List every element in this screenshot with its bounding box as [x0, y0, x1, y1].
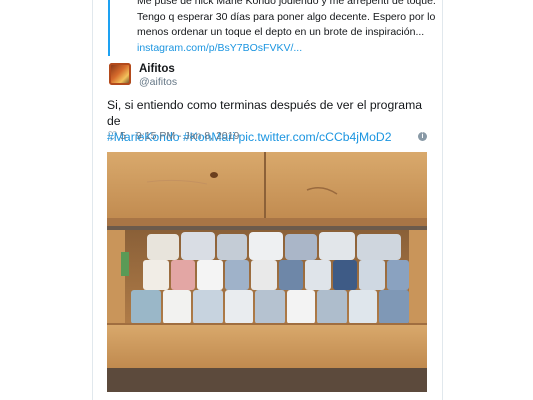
tweet-card: Me puse de nick Marie Kondo jodiendo y m…: [92, 0, 443, 400]
tweet-body: Si, si entiendo como terminas después de…: [107, 98, 423, 128]
tweet-photo[interactable]: [107, 152, 427, 392]
heart-icon[interactable]: ♡: [107, 129, 118, 143]
tweet-author[interactable]: Aifitos @aifitos: [109, 63, 429, 91]
drawer-photo: [107, 152, 427, 392]
like-count[interactable]: 5: [120, 130, 126, 142]
quoted-tweet-line: Tengo q esperar 30 días para poner algo …: [137, 10, 436, 23]
quoted-tweet[interactable]: Me puse de nick Marie Kondo jodiendo y m…: [108, 0, 438, 56]
author-handle[interactable]: @aifitos: [139, 76, 177, 88]
author-name[interactable]: Aifitos: [139, 63, 175, 75]
info-icon[interactable]: i: [418, 132, 427, 141]
quoted-tweet-line: menos ordenar un toque el depto en un br…: [137, 26, 425, 38]
tweet-timestamp[interactable]: 9:15 PM - Jan 8, 2019: [136, 130, 239, 142]
quoted-tweet-line: Me puse de nick Marie Kondo jodiendo y m…: [137, 0, 436, 7]
avatar[interactable]: [109, 63, 131, 85]
quoted-tweet-link[interactable]: instagram.com/p/BsY7BOsFVKV/...: [137, 41, 438, 57]
tweet-meta: ♡ 5 9:15 PM - Jan 8, 2019 i: [107, 129, 433, 144]
folded-clothes: [121, 232, 409, 324]
